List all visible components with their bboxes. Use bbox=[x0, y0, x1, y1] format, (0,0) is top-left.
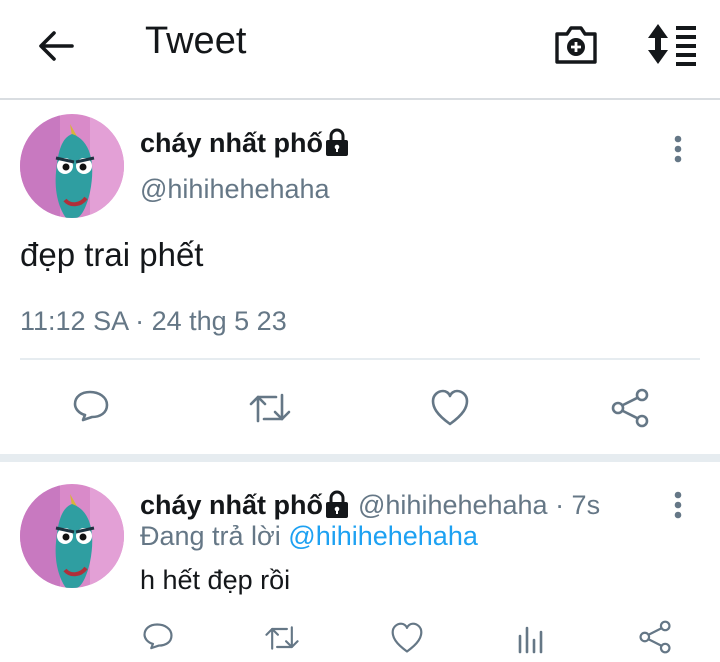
lock-icon bbox=[326, 128, 348, 156]
like-icon[interactable] bbox=[430, 389, 470, 427]
like-icon[interactable] bbox=[390, 622, 424, 654]
tweet-timestamp: 11:12 SA · 24 thg 5 23 bbox=[20, 306, 287, 336]
replying-to-line: Đang trả lời @hihihehehaha bbox=[140, 521, 478, 552]
retweet-icon[interactable] bbox=[248, 389, 292, 427]
divider bbox=[20, 358, 700, 360]
share-icon[interactable] bbox=[610, 388, 650, 428]
reply-icon[interactable] bbox=[142, 622, 174, 654]
mention-link[interactable]: @hihihehehaha bbox=[288, 521, 478, 551]
lock-icon bbox=[326, 490, 348, 518]
more-vertical-icon[interactable] bbox=[672, 490, 684, 520]
tweet-text: đẹp trai phết bbox=[20, 236, 204, 273]
sort-list-icon[interactable] bbox=[646, 22, 698, 66]
top-app-bar: Tweet bbox=[0, 0, 720, 100]
retweet-icon[interactable] bbox=[264, 622, 300, 654]
section-separator bbox=[0, 454, 720, 462]
share-icon[interactable] bbox=[638, 620, 672, 654]
analytics-icon[interactable] bbox=[516, 622, 546, 654]
tweet-text: h hết đẹp rồi bbox=[140, 565, 291, 595]
user-handle-time[interactable]: @hihihehehaha · 7s bbox=[358, 490, 600, 521]
page-title: Tweet bbox=[145, 20, 247, 62]
reply-icon[interactable] bbox=[72, 389, 110, 427]
camera-plus-icon[interactable] bbox=[553, 22, 599, 66]
more-vertical-icon[interactable] bbox=[672, 134, 684, 164]
replying-to-prefix: Đang trả lời bbox=[140, 521, 281, 551]
display-name[interactable]: cháy nhất phố bbox=[140, 490, 323, 521]
user-handle[interactable]: @hihihehehaha bbox=[140, 174, 330, 205]
avatar[interactable] bbox=[20, 484, 124, 588]
display-name[interactable]: cháy nhất phố bbox=[140, 128, 323, 159]
avatar[interactable] bbox=[20, 114, 124, 218]
back-arrow-icon[interactable] bbox=[34, 24, 78, 68]
